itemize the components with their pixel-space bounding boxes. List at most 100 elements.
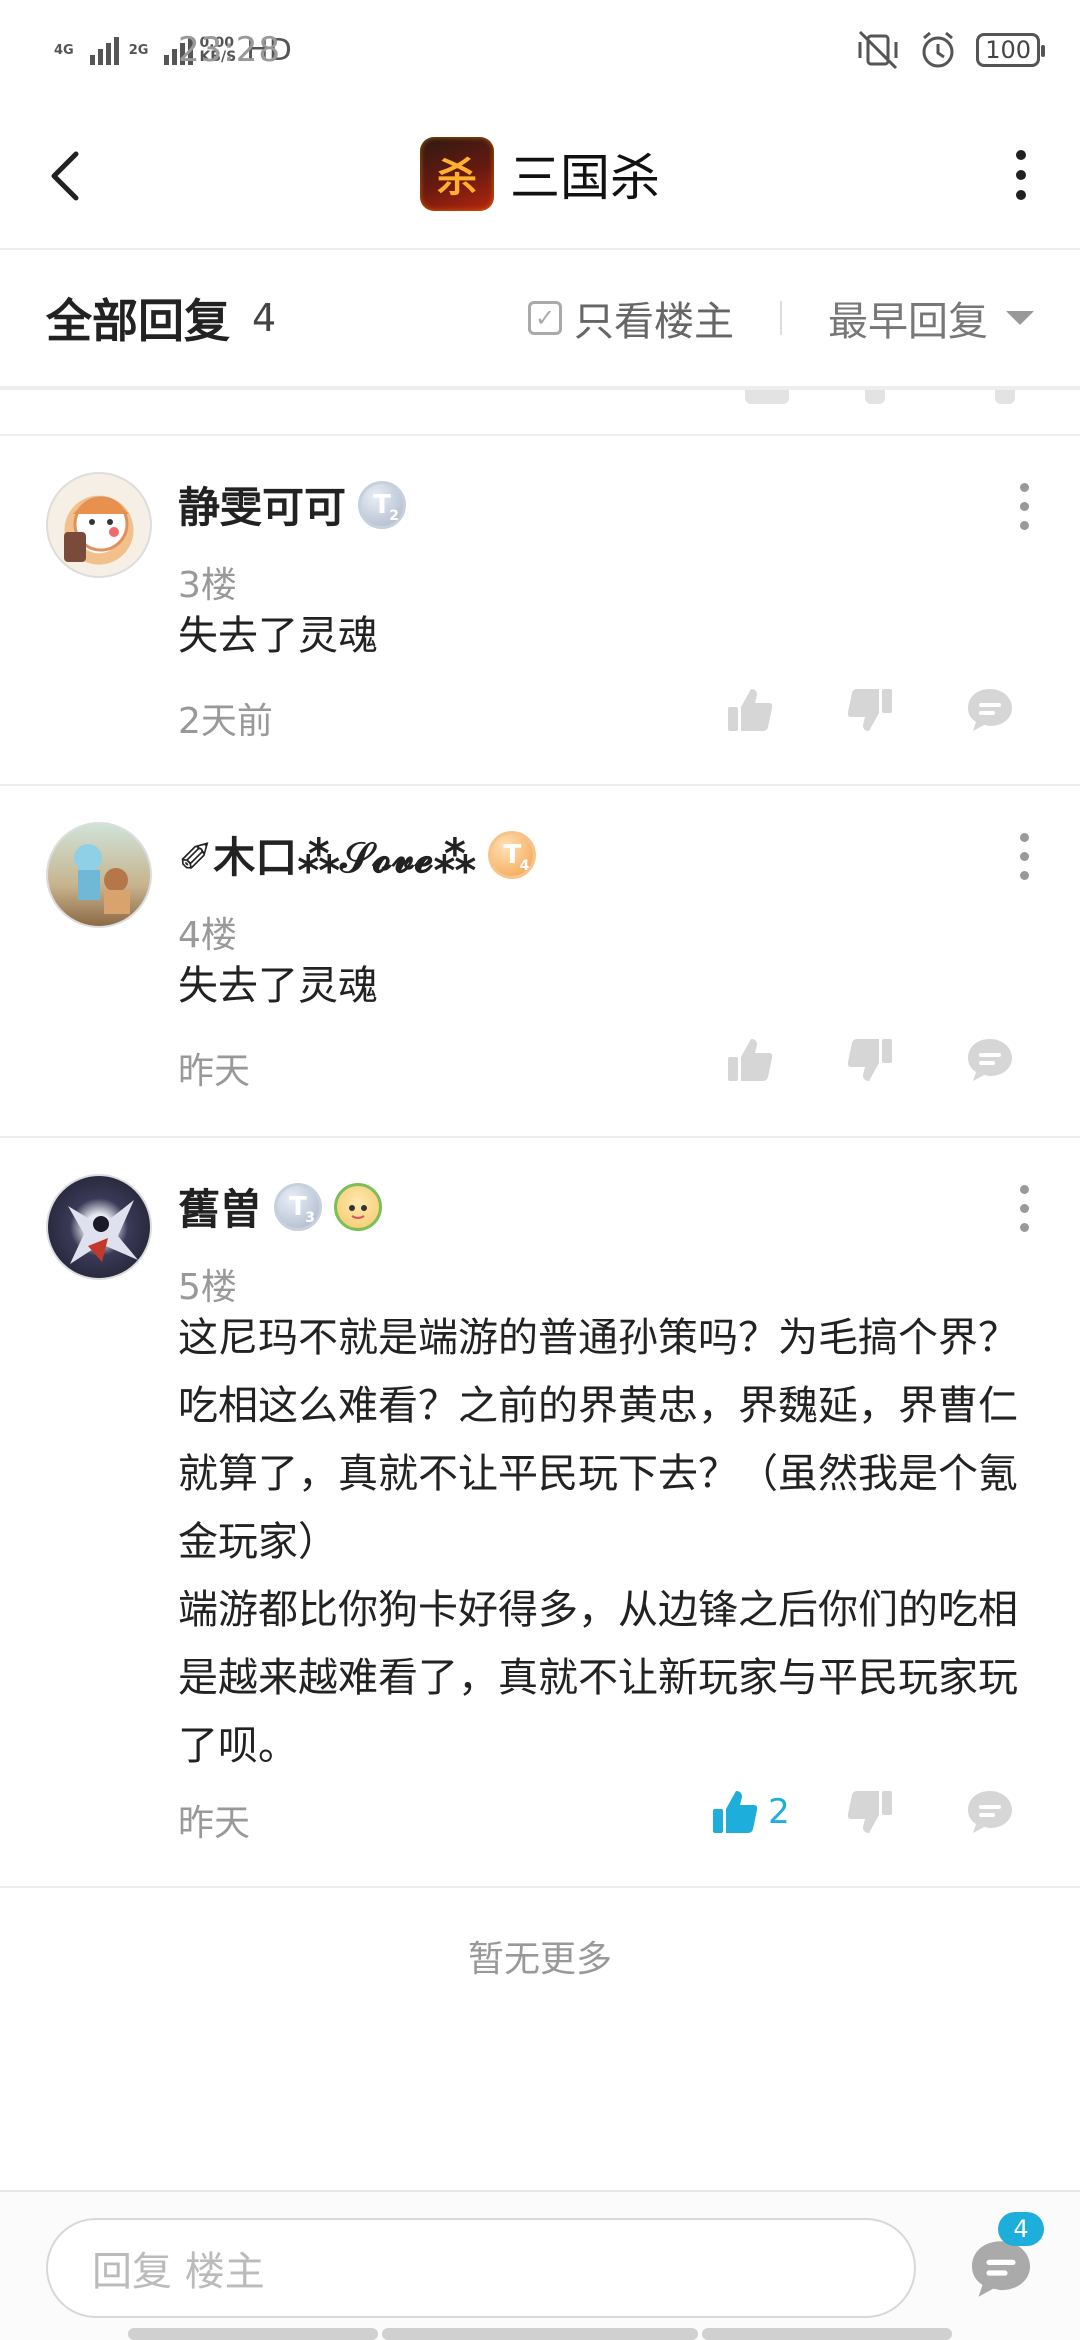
reply-item: 舊曽 T3 5楼 这尼玛不就是端游的普通孙策吗？为毛搞个界？吃相这么难看？之前的… bbox=[0, 1138, 1080, 1888]
reply-time: 昨天 bbox=[178, 1051, 251, 1092]
reply-bottom-bar: 回复 楼主 bbox=[0, 2190, 1080, 2340]
reply-input[interactable]: 回复 楼主 bbox=[46, 2218, 916, 2318]
dislike-button[interactable] bbox=[810, 1030, 930, 1090]
checkbox-icon: ✓ bbox=[528, 301, 562, 335]
network-type-1: 4G bbox=[54, 42, 74, 58]
more-dot bbox=[1019, 520, 1029, 530]
thumbs-up-icon bbox=[745, 390, 789, 404]
screen: { "status_bar": { "time": "23:28", "net_… bbox=[0, 0, 1080, 2340]
reply-filter-bar: 全部回复 4 ✓ 只看楼主 最早回复 bbox=[0, 250, 1080, 390]
comment-count-badge: 4 bbox=[998, 2212, 1044, 2246]
more-dot bbox=[1019, 1222, 1029, 1232]
level-badge: T2 bbox=[358, 480, 407, 529]
forum-title: 杀 三国杀 bbox=[420, 137, 660, 211]
avatar-image bbox=[74, 844, 130, 914]
nav-indicator bbox=[128, 2328, 378, 2340]
reply-item: ✐木口⁂𝒮𝓸𝓿𝓮⁂ T4 4楼 失去了灵魂 昨天 bbox=[0, 786, 1080, 1138]
more-dot bbox=[1019, 851, 1029, 861]
comment-icon bbox=[995, 390, 1015, 404]
avatar-image bbox=[68, 1200, 138, 1264]
reply-content: 失去了灵魂 bbox=[178, 613, 378, 659]
alarm-icon bbox=[922, 31, 954, 68]
username-row: 静雯可可 T2 bbox=[178, 474, 407, 535]
reply-count: 4 bbox=[252, 296, 277, 340]
dislike-button[interactable] bbox=[810, 1782, 930, 1842]
more-dot bbox=[1016, 150, 1026, 160]
reply-actions bbox=[690, 680, 1050, 740]
floor-number: 3楼 bbox=[178, 565, 237, 606]
thumbs-down-icon bbox=[865, 390, 885, 404]
nav-indicator bbox=[702, 2328, 952, 2340]
username[interactable]: 静雯可可 bbox=[178, 474, 346, 535]
network-type-2: 2G bbox=[128, 42, 149, 58]
signal-icon bbox=[89, 35, 119, 65]
like-button[interactable] bbox=[690, 680, 810, 740]
reply-time: 昨天 bbox=[178, 1803, 251, 1844]
only-owner-label: 只看楼主 bbox=[574, 299, 734, 345]
nav-indicator bbox=[382, 2328, 698, 2340]
reply-more-button[interactable] bbox=[1012, 1178, 1036, 1238]
avatar-image bbox=[64, 496, 129, 562]
no-more-label: 暂无更多 bbox=[467, 1939, 612, 1980]
floor-number: 5楼 bbox=[178, 1267, 237, 1308]
more-dot bbox=[1019, 1203, 1029, 1213]
comment-icon bbox=[968, 1791, 1012, 1833]
level-badge: T3 bbox=[274, 1182, 323, 1231]
sort-dropdown[interactable]: 最早回复 bbox=[828, 289, 1034, 347]
username-row: 舊曽 T3 bbox=[178, 1176, 383, 1237]
avatar[interactable] bbox=[46, 822, 152, 928]
avatar-badge-icon bbox=[334, 1182, 383, 1231]
like-button[interactable] bbox=[690, 1030, 810, 1090]
title-bar: 杀 三国杀 bbox=[0, 100, 1080, 250]
reply-time: 2天前 bbox=[178, 701, 273, 742]
thumbs-down-icon bbox=[847, 1039, 892, 1081]
reply-actions bbox=[690, 1030, 1050, 1090]
comment-button[interactable] bbox=[930, 1782, 1050, 1842]
divider bbox=[780, 301, 782, 335]
more-dot bbox=[1019, 870, 1029, 880]
thumbs-up-icon bbox=[728, 689, 773, 731]
more-dot bbox=[1016, 170, 1026, 180]
avatar[interactable] bbox=[46, 1174, 152, 1280]
status-bar: 23:28 4G 2G 0.00 KB/S HD 100 bbox=[0, 0, 1080, 100]
reply-actions: 2 bbox=[690, 1782, 1050, 1842]
more-options-button[interactable] bbox=[1006, 140, 1036, 210]
more-dot bbox=[1019, 832, 1029, 842]
like-count: 2 bbox=[768, 1792, 790, 1832]
reply-content: 这尼玛不就是端游的普通孙策吗？为毛搞个界？吃相这么难看？之前的界黄忠，界魏延，界… bbox=[178, 1315, 1018, 1769]
username[interactable]: 舊曽 bbox=[178, 1176, 262, 1237]
page-title: 三国杀 bbox=[510, 149, 660, 207]
like-button[interactable]: 2 bbox=[690, 1782, 810, 1842]
more-dot bbox=[1019, 1184, 1029, 1194]
back-arrow-icon bbox=[51, 151, 79, 201]
only-owner-toggle[interactable]: ✓ 只看楼主 bbox=[528, 289, 734, 347]
thumbs-down-icon bbox=[847, 689, 892, 731]
vibrate-mute-icon bbox=[858, 30, 898, 70]
reply-more-button[interactable] bbox=[1012, 826, 1036, 886]
more-dot bbox=[1019, 482, 1029, 492]
thumbs-up-icon bbox=[728, 1039, 773, 1081]
comment-button[interactable] bbox=[930, 680, 1050, 740]
sort-label: 最早回复 bbox=[828, 299, 988, 345]
clock: 23:28 bbox=[178, 30, 281, 70]
comment-icon bbox=[968, 1039, 1012, 1081]
level-badge: T4 bbox=[488, 830, 537, 879]
comment-button[interactable] bbox=[930, 1030, 1050, 1090]
caret-down-icon bbox=[1006, 311, 1034, 325]
username-row: ✐木口⁂𝒮𝓸𝓿𝓮⁂ T4 bbox=[178, 824, 537, 885]
previous-reply-edge bbox=[0, 390, 1080, 436]
all-replies-label: 全部回复 bbox=[46, 294, 230, 348]
username[interactable]: ✐木口⁂𝒮𝓸𝓿𝓮⁂ bbox=[178, 824, 476, 885]
reply-more-button[interactable] bbox=[1012, 476, 1036, 536]
more-dot bbox=[1016, 190, 1026, 200]
comment-icon bbox=[968, 689, 1012, 731]
battery-indicator: 100 bbox=[976, 33, 1045, 67]
avatar[interactable] bbox=[46, 472, 152, 578]
forum-logo: 杀 bbox=[420, 137, 494, 211]
more-dot bbox=[1019, 501, 1029, 511]
thumbs-up-icon bbox=[713, 1791, 758, 1833]
reply-item: 静雯可可 T2 3楼 失去了灵魂 2天前 bbox=[0, 436, 1080, 786]
dislike-button[interactable] bbox=[810, 680, 930, 740]
reply-content: 失去了灵魂 bbox=[178, 963, 378, 1009]
back-button[interactable] bbox=[36, 136, 96, 216]
